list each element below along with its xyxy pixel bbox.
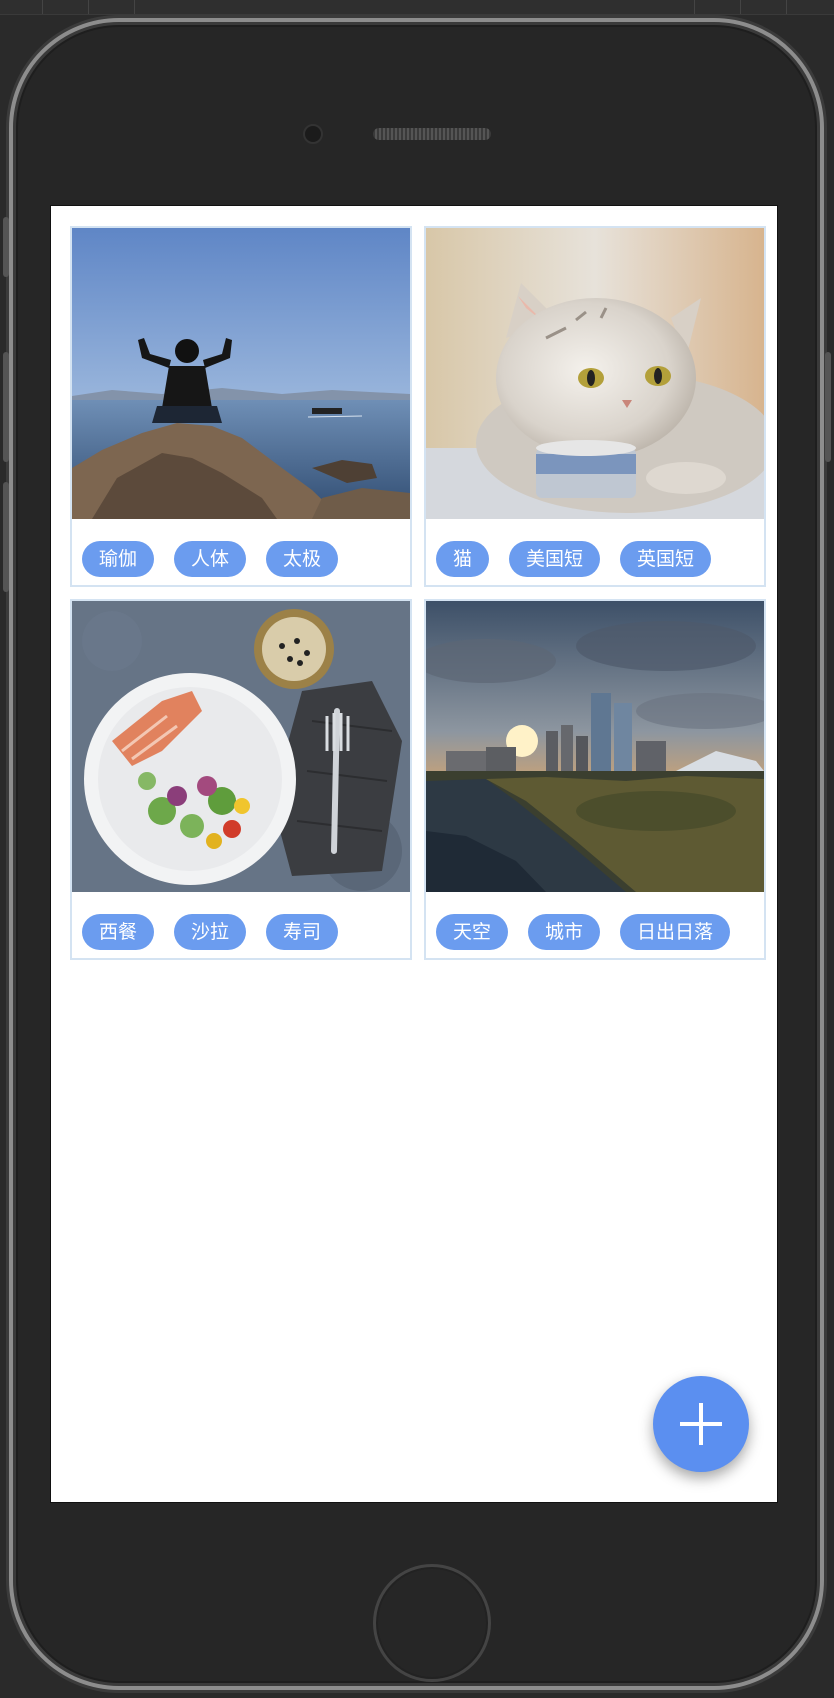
app-screen: 瑜伽 人体 太极 猫 美国短 英国短 西餐 沙拉 寿司 天空 城市 日出日落 (50, 205, 778, 1503)
mute-switch (3, 217, 9, 277)
earpiece-speaker (373, 128, 491, 140)
tag-chip[interactable]: 英国短 (620, 541, 712, 577)
tag-chip[interactable]: 人体 (174, 541, 247, 577)
tag-chip[interactable]: 日出日落 (620, 914, 731, 950)
tag-row: 猫 美国短 英国短 (436, 541, 712, 577)
tag-chip[interactable]: 城市 (528, 914, 601, 950)
volume-up-button (3, 352, 9, 462)
cat-photo[interactable] (426, 228, 764, 519)
tag-chip[interactable]: 天空 (436, 914, 509, 950)
tag-chip[interactable]: 美国短 (509, 541, 601, 577)
yoga-photo[interactable] (72, 228, 410, 519)
top-toolbar-strip (0, 0, 834, 15)
salad-photo-graphic (72, 601, 410, 892)
tag-chip[interactable]: 西餐 (82, 914, 155, 950)
salad-photo[interactable] (72, 601, 410, 892)
tag-chip[interactable]: 瑜伽 (82, 541, 155, 577)
tag-row: 天空 城市 日出日落 (436, 914, 731, 950)
cat-photo-graphic (426, 228, 764, 519)
volume-down-button (3, 482, 9, 592)
tag-chip[interactable]: 沙拉 (174, 914, 247, 950)
tag-chip[interactable]: 太极 (266, 541, 339, 577)
tag-row: 瑜伽 人体 太极 (82, 541, 339, 577)
tag-row: 西餐 沙拉 寿司 (82, 914, 339, 950)
image-grid: 瑜伽 人体 太极 猫 美国短 英国短 西餐 沙拉 寿司 天空 城市 日出日落 (70, 226, 766, 960)
plus-icon (680, 1403, 722, 1445)
tag-chip[interactable]: 寿司 (266, 914, 339, 950)
tag-chip[interactable]: 猫 (436, 541, 490, 577)
add-button[interactable] (653, 1376, 749, 1472)
image-card[interactable]: 天空 城市 日出日落 (424, 599, 766, 960)
home-button[interactable] (373, 1564, 491, 1682)
front-camera (303, 124, 323, 144)
image-card[interactable]: 猫 美国短 英国短 (424, 226, 766, 587)
city-photo-graphic (426, 601, 764, 892)
power-button (825, 352, 831, 462)
yoga-photo-graphic (72, 228, 410, 519)
city-photo[interactable] (426, 601, 764, 892)
image-card[interactable]: 瑜伽 人体 太极 (70, 226, 412, 587)
image-card[interactable]: 西餐 沙拉 寿司 (70, 599, 412, 960)
